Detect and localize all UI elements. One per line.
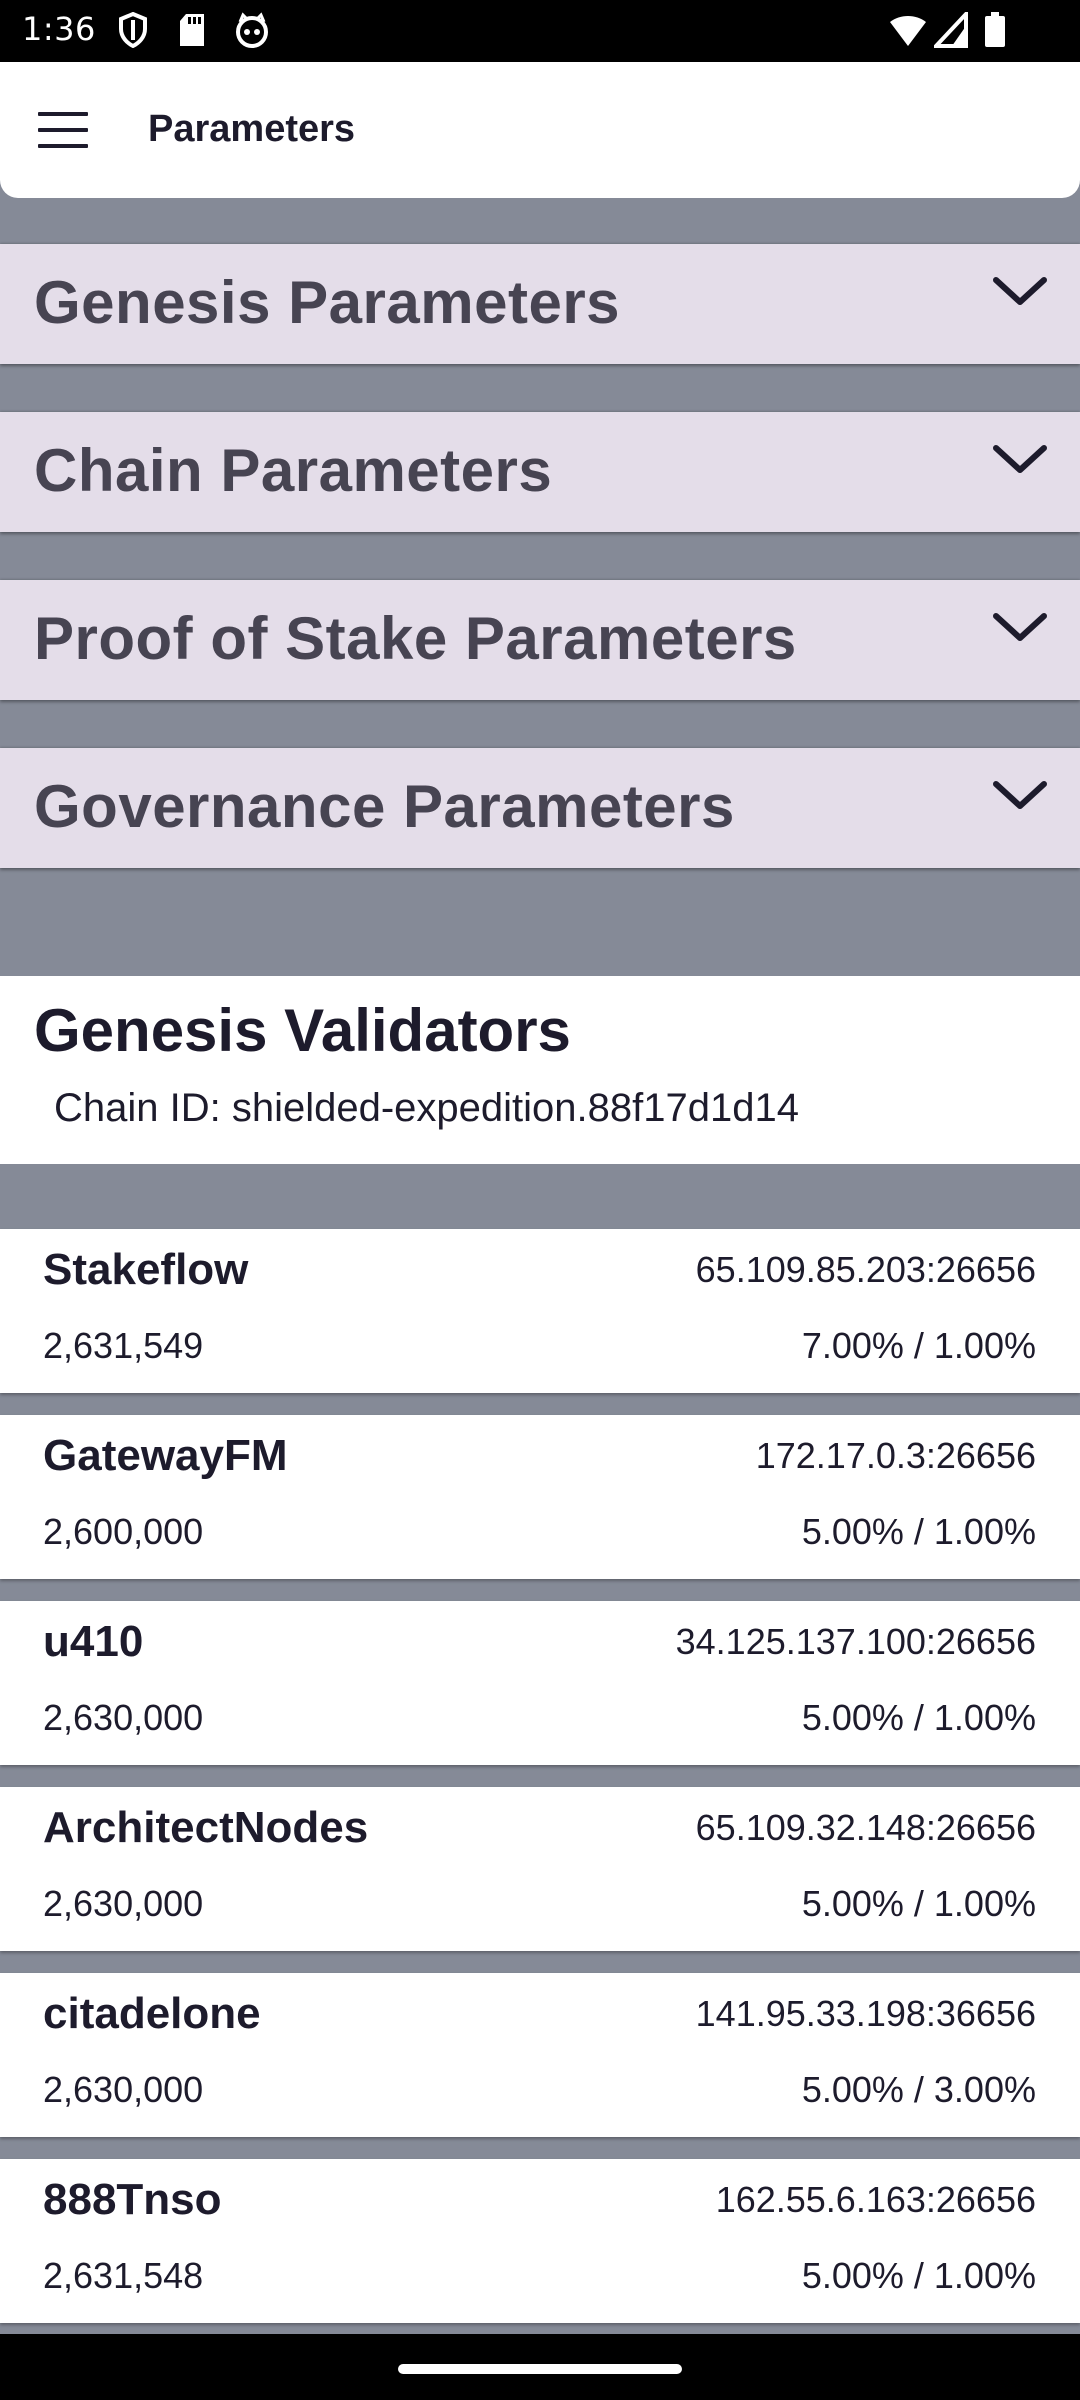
validator-name: u410: [43, 1617, 144, 1666]
chevron-down-icon[interactable]: [990, 608, 1050, 648]
validator-address: 172.17.0.3:26656: [755, 1435, 1036, 1476]
validator-row[interactable]: 888Tnso 162.55.6.163:26656 2,631,548 5.0…: [0, 2159, 1080, 2323]
genesis-validators-header: Genesis Validators Chain ID: shielded-ex…: [0, 976, 1080, 1164]
validator-name: citadelone: [43, 1989, 261, 2038]
section-title: Governance Parameters: [34, 773, 735, 840]
chevron-down-icon[interactable]: [990, 440, 1050, 480]
validator-name: GatewayFM: [43, 1431, 288, 1480]
chevron-down-icon[interactable]: [990, 272, 1050, 312]
validator-commission: 5.00% / 1.00%: [801, 2255, 1036, 2296]
hamburger-menu-icon[interactable]: [38, 112, 88, 148]
cat-face-icon: [234, 12, 270, 48]
status-time: 1:36: [22, 10, 96, 48]
validator-commission: 5.00% / 3.00%: [801, 2069, 1036, 2110]
section-genesis-parameters[interactable]: Genesis Parameters: [0, 244, 1080, 364]
signal-icon: [934, 12, 968, 48]
validator-stake: 2,630,000: [43, 1697, 204, 1738]
validator-stake: 2,630,000: [43, 1883, 204, 1924]
validator-row[interactable]: Stakeflow 65.109.85.203:26656 2,631,549 …: [0, 1229, 1080, 1393]
validator-commission: 7.00% / 1.00%: [801, 1325, 1036, 1366]
battery-icon: [984, 12, 1006, 48]
shield-icon: [118, 12, 148, 48]
validator-row[interactable]: ArchitectNodes 65.109.32.148:26656 2,630…: [0, 1787, 1080, 1951]
chevron-down-icon[interactable]: [990, 776, 1050, 816]
validator-stake: 2,600,000: [43, 1511, 204, 1552]
validator-stake: 2,631,549: [43, 1325, 204, 1366]
validator-row[interactable]: citadelone 141.95.33.198:36656 2,630,000…: [0, 1973, 1080, 2137]
validator-address: 162.55.6.163:26656: [715, 2179, 1036, 2220]
section-chain-parameters[interactable]: Chain Parameters: [0, 412, 1080, 532]
validator-address: 65.109.85.203:26656: [695, 1249, 1036, 1290]
validator-stake: 2,630,000: [43, 2069, 204, 2110]
section-title: Genesis Parameters: [34, 269, 621, 336]
validator-address: 34.125.137.100:26656: [675, 1621, 1036, 1662]
validators-title: Genesis Validators: [34, 997, 571, 1064]
validator-name: ArchitectNodes: [43, 1803, 369, 1852]
status-bar: 1:36: [0, 0, 1080, 62]
validator-commission: 5.00% / 1.00%: [801, 1697, 1036, 1738]
section-title: Chain Parameters: [34, 437, 553, 504]
validator-commission: 5.00% / 1.00%: [801, 1511, 1036, 1552]
section-title: Proof of Stake Parameters: [34, 605, 797, 672]
validator-commission: 5.00% / 1.00%: [801, 1883, 1036, 1924]
validator-row[interactable]: u410 34.125.137.100:26656 2,630,000 5.00…: [0, 1601, 1080, 1765]
page-title: Parameters: [148, 108, 356, 150]
app-bar: Parameters: [0, 62, 1080, 198]
section-proof-of-stake-parameters[interactable]: Proof of Stake Parameters: [0, 580, 1080, 700]
home-gesture-handle[interactable]: [398, 2364, 682, 2374]
validator-name: 888Tnso: [43, 2175, 222, 2224]
wifi-icon: [888, 12, 928, 48]
validator-address: 141.95.33.198:36656: [695, 1993, 1036, 2034]
sd-card-icon: [178, 12, 206, 48]
validator-name: Stakeflow: [43, 1245, 249, 1294]
navigation-bar: [0, 2334, 1080, 2400]
validator-stake: 2,631,548: [43, 2255, 204, 2296]
chain-id: Chain ID: shielded-expedition.88f17d1d14: [54, 1086, 799, 1130]
section-governance-parameters[interactable]: Governance Parameters: [0, 748, 1080, 868]
validator-address: 65.109.32.148:26656: [695, 1807, 1036, 1848]
validator-row[interactable]: GatewayFM 172.17.0.3:26656 2,600,000 5.0…: [0, 1415, 1080, 1579]
